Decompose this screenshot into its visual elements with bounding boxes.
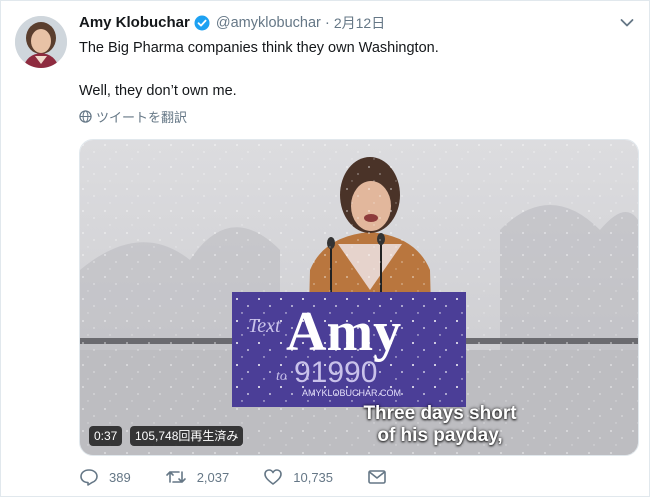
tweet-date[interactable]: 2月12日 <box>334 13 385 33</box>
envelope-icon <box>368 470 386 484</box>
verified-badge-icon <box>194 15 210 31</box>
svg-text:Text: Text <box>248 315 281 337</box>
separator-dot: · <box>324 14 330 31</box>
tweet-header: Amy Klobuchar @amyklobuchar · 2月12日 <box>79 13 385 33</box>
translate-label: ツイートを翻訳 <box>96 110 188 125</box>
direct-message-button[interactable] <box>367 469 397 485</box>
tweet-card: Amy Klobuchar @amyklobuchar · 2月12日 The … <box>0 0 650 497</box>
video-player[interactable]: Text Amy to 91990 AMYKLOBUCHAR.COM 0:37 … <box>79 139 639 456</box>
retweet-icon <box>165 471 186 483</box>
tweet-text-line-2: Well, they don’t own me. <box>79 83 237 99</box>
reply-button[interactable]: 389 <box>79 468 131 486</box>
video-caption-line-1: Three days short <box>363 403 517 424</box>
author-handle[interactable]: @amyklobuchar <box>216 13 321 33</box>
svg-text:to: to <box>276 369 287 384</box>
retweet-button[interactable]: 2,037 <box>165 469 230 485</box>
svg-text:Amy: Amy <box>286 301 401 363</box>
like-button[interactable]: 10,735 <box>263 468 333 486</box>
avatar-image <box>15 16 67 68</box>
video-view-count: 105,748回再生済み <box>130 426 244 446</box>
video-duration: 0:37 <box>89 426 123 446</box>
globe-icon <box>79 110 92 123</box>
avatar[interactable] <box>15 16 67 68</box>
like-count: 10,735 <box>293 469 334 485</box>
reply-count: 389 <box>109 469 131 485</box>
chevron-down-icon[interactable] <box>619 15 635 31</box>
svg-text:AMYKLOBUCHAR.COM: AMYKLOBUCHAR.COM <box>302 388 401 398</box>
translate-tweet-link[interactable]: ツイートを翻訳 <box>79 107 187 126</box>
author-name[interactable]: Amy Klobuchar <box>79 13 190 33</box>
retweet-count: 2,037 <box>196 469 230 485</box>
tweet-text-line-1: The Big Pharma companies think they own … <box>79 40 439 56</box>
reply-icon <box>80 469 98 486</box>
heart-icon <box>264 469 283 485</box>
svg-text:91990: 91990 <box>294 356 377 389</box>
tweet-actions: 389 2,037 10,735 <box>79 467 431 487</box>
video-caption-line-2: of his payday, <box>377 425 503 446</box>
